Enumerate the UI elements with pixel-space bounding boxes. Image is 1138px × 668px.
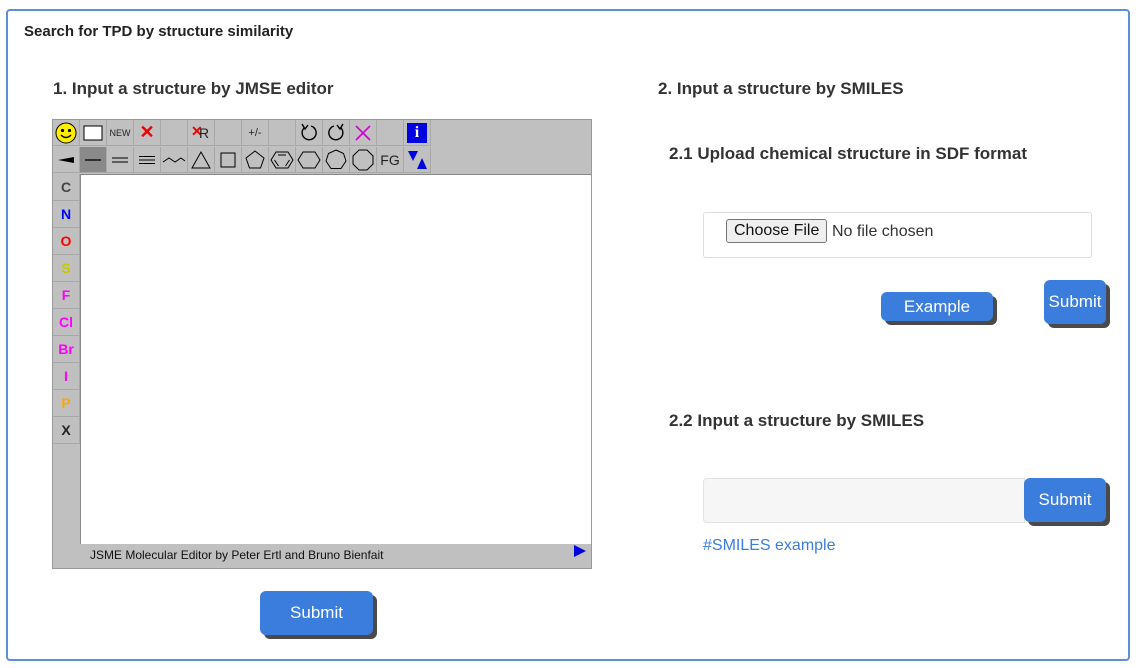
upload-heading: 2.1 Upload chemical structure in SDF for…	[669, 144, 1028, 163]
toolbar-blank	[215, 120, 242, 146]
delete-r-label: R	[199, 125, 210, 141]
editor-credit: JSME Molecular Editor by Peter Ertl and …	[90, 548, 384, 562]
atom-x-button[interactable]: X	[53, 417, 80, 444]
toolbar-blank	[377, 120, 404, 146]
delete-icon[interactable]: ✕	[134, 120, 161, 146]
octagon-ring-icon[interactable]	[350, 147, 377, 173]
square-ring-icon[interactable]	[215, 147, 242, 173]
info-icon[interactable]: i	[404, 120, 431, 146]
triangle-ring-icon[interactable]	[188, 147, 215, 173]
atom-br-button[interactable]: Br	[53, 336, 80, 363]
smiles-submit-button[interactable]: Submit	[1024, 478, 1106, 522]
atom-cl-button[interactable]: Cl	[53, 309, 80, 336]
atom-c-button[interactable]: C	[53, 174, 80, 201]
heptagon-ring-icon[interactable]	[323, 147, 350, 173]
pentagon-ring-icon[interactable]	[242, 147, 269, 173]
single-bond-icon[interactable]	[80, 147, 107, 173]
atom-o-button[interactable]: O	[53, 228, 80, 255]
triple-bond-icon[interactable]	[134, 147, 161, 173]
file-upload-field: Choose File No file chosen	[703, 212, 1092, 258]
double-bond-icon[interactable]	[107, 147, 134, 173]
hexagon-ring-icon[interactable]	[296, 147, 323, 173]
smiley-icon[interactable]	[53, 120, 80, 146]
clear-icon[interactable]	[80, 120, 107, 146]
jsme-submit-button[interactable]: Submit	[260, 591, 373, 635]
editor-toolbar-top: NEW ✕ ✕ R +/- i	[53, 120, 431, 146]
redo-icon[interactable]	[323, 120, 350, 146]
atom-f-button[interactable]: F	[53, 282, 80, 309]
smiles-heading: 2.2 Input a structure by SMILES	[669, 411, 925, 430]
panel-title: Search for TPD by structure similarity	[24, 23, 294, 40]
atom-n-button[interactable]: N	[53, 201, 80, 228]
section1-heading: 1. Input a structure by JMSE editor	[53, 79, 334, 98]
charge-icon[interactable]: +/-	[242, 120, 269, 146]
atom-i-button[interactable]: I	[53, 363, 80, 390]
new-button[interactable]: NEW	[107, 120, 134, 146]
upload-submit-button[interactable]: Submit	[1044, 280, 1106, 324]
mark-icon[interactable]	[350, 120, 377, 146]
smiles-example-link[interactable]: #SMILES example	[703, 537, 836, 555]
wedge-bond-icon[interactable]	[53, 147, 80, 173]
delete-r-icon[interactable]: ✕ R	[188, 120, 215, 146]
undo-icon[interactable]	[296, 120, 323, 146]
section2-heading: 2. Input a structure by SMILES	[658, 79, 904, 98]
toolbar-blank	[269, 120, 296, 146]
chain-icon[interactable]	[161, 147, 188, 173]
atom-palette: C N O S F Cl Br I P X	[53, 174, 80, 444]
benzene-ring-icon[interactable]	[269, 147, 296, 173]
jsme-editor[interactable]: NEW ✕ ✕ R +/- i FG C N O S F Cl Br I P X…	[52, 119, 592, 569]
play-arrow-icon[interactable]	[573, 544, 587, 563]
editor-toolbar-bottom: FG	[53, 147, 431, 173]
smiles-input[interactable]	[703, 478, 1025, 523]
example-button[interactable]: Example	[881, 292, 993, 321]
atom-p-button[interactable]: P	[53, 390, 80, 417]
choose-file-button[interactable]: Choose File	[726, 219, 828, 243]
toolbar-blank	[161, 120, 188, 146]
file-status: No file chosen	[832, 223, 934, 240]
flip-icon[interactable]	[404, 147, 431, 173]
fg-button[interactable]: FG	[377, 147, 404, 173]
info-glyph: i	[407, 122, 427, 143]
atom-s-button[interactable]: S	[53, 255, 80, 282]
editor-canvas[interactable]	[80, 174, 591, 544]
